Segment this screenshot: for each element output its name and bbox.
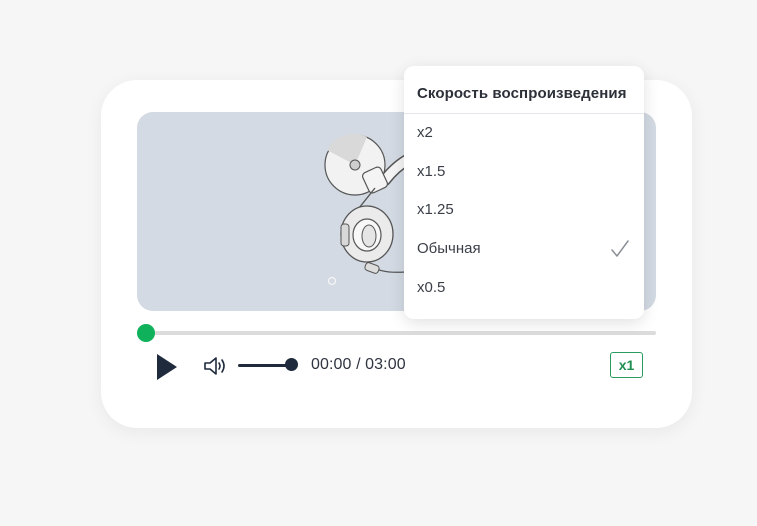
- speed-option-label: x1.5: [417, 163, 446, 180]
- time-display: 00:00 / 03:00: [311, 356, 406, 373]
- volume-icon: [204, 357, 225, 375]
- speed-option-label: x1.25: [417, 201, 454, 218]
- speed-option-label: x2: [417, 124, 433, 141]
- progress-bar[interactable]: [145, 331, 656, 335]
- checkmark-icon: [611, 240, 629, 257]
- speed-option-label: x0.5: [417, 279, 446, 296]
- play-button[interactable]: [150, 351, 182, 383]
- volume-button[interactable]: [202, 355, 228, 377]
- playback-speed-menu: Скорость воспроизведения x2 x1.5 x1.25 О…: [404, 66, 644, 319]
- speed-menu-title: Скорость воспроизведения: [417, 85, 627, 102]
- speed-option-x1-5[interactable]: x1.5: [404, 153, 644, 191]
- speed-option-label: Обычная: [417, 240, 481, 257]
- progress-handle[interactable]: [137, 324, 155, 342]
- speed-option-x1-25[interactable]: x1.25: [404, 191, 644, 229]
- speed-option-x0-5[interactable]: x0.5: [404, 269, 644, 307]
- play-icon: [157, 354, 177, 380]
- speed-option-x2[interactable]: x2: [404, 114, 644, 152]
- playback-speed-button[interactable]: x1: [610, 352, 643, 378]
- volume-handle[interactable]: [285, 358, 298, 371]
- speed-option-normal[interactable]: Обычная: [404, 230, 644, 268]
